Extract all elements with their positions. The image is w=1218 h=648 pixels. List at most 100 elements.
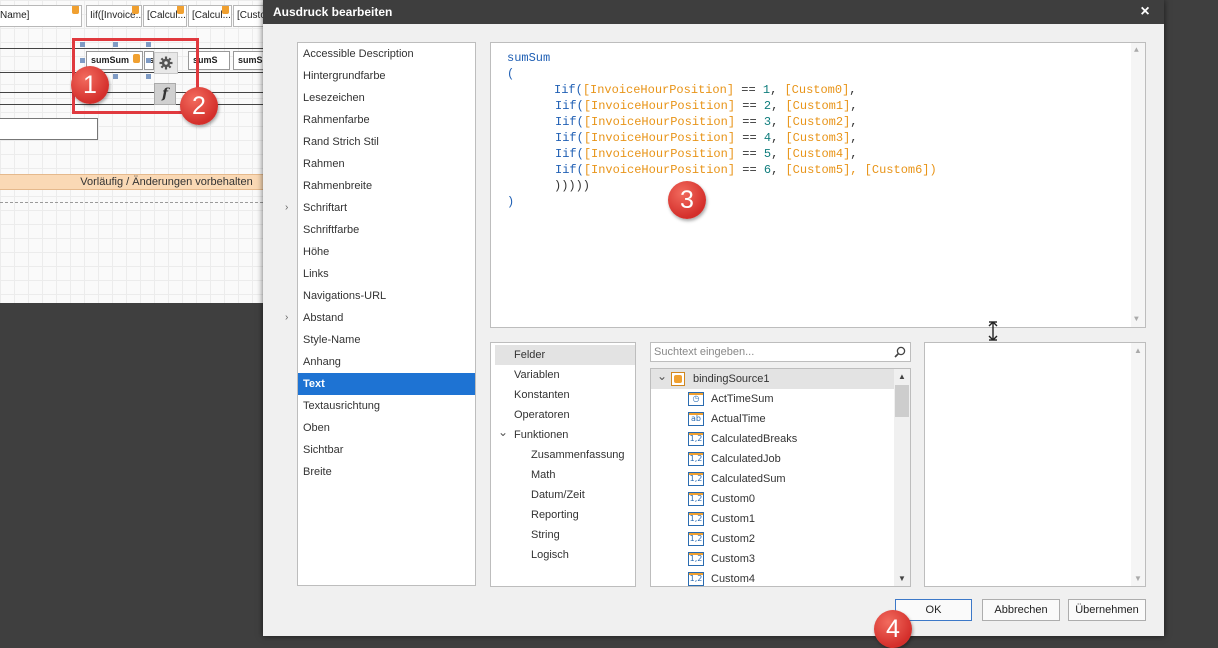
category-item[interactable]: Konstanten — [491, 385, 635, 405]
header-cell[interactable]: [Custo... — [233, 5, 263, 27]
code-keyword: Iif( — [555, 163, 584, 177]
code-field: [Custom4] — [785, 147, 851, 161]
tree-field-item[interactable]: 1,2 Custom4 — [651, 569, 894, 586]
tree-field-item[interactable]: ◷ ActTimeSum — [651, 389, 894, 409]
detail-cell[interactable]: sumS — [233, 51, 263, 70]
database-icon — [177, 6, 184, 14]
property-item[interactable]: Sichtbar — [298, 439, 475, 461]
category-label: Math — [531, 469, 556, 481]
category-item[interactable]: Zusammenfassung — [491, 445, 635, 465]
code-line: Iif([InvoiceHourPosition] == 5, [Custom4… — [555, 146, 857, 162]
chevron-down-icon[interactable]: ⌄ — [657, 369, 667, 386]
tree-field-item[interactable]: 1,2 Custom0 — [651, 489, 894, 509]
designer-rectangle-control[interactable] — [0, 118, 98, 140]
scroll-up-icon[interactable]: ▲ — [1134, 46, 1139, 55]
header-cell[interactable]: [Calcul... — [143, 5, 187, 27]
scroll-thumb[interactable] — [895, 385, 909, 417]
search-box[interactable] — [650, 342, 911, 362]
expression-text-editor[interactable]: sumSum ( ))))) ) ▲ ▼ Iif([InvoiceHourPosi… — [490, 42, 1146, 328]
property-label: Rahmen — [303, 158, 345, 170]
property-label: Accessible Description — [303, 48, 414, 60]
property-item[interactable]: Rahmenbreite — [298, 175, 475, 197]
header-cell[interactable]: Name] — [0, 5, 82, 27]
number-field-icon: 1,2 — [688, 452, 704, 466]
category-item[interactable]: ⌄ Funktionen — [491, 425, 635, 445]
code-separator: , — [771, 147, 786, 161]
tree-field-item[interactable]: 1,2 Custom2 — [651, 529, 894, 549]
description-scrollbar[interactable]: ▲ ▼ — [1131, 343, 1145, 586]
code-operator: == — [734, 83, 763, 97]
tree-scrollbar[interactable]: ▲ ▼ — [894, 369, 910, 586]
search-input[interactable] — [654, 345, 884, 359]
category-item[interactable]: Operatoren — [491, 405, 635, 425]
property-label: Breite — [303, 466, 332, 478]
dialog-title-bar[interactable]: Ausdruck bearbeiten × — [263, 0, 1164, 24]
property-item[interactable]: Text — [298, 373, 475, 395]
property-item[interactable]: Rahmenfarbe — [298, 109, 475, 131]
chevron-down-icon[interactable]: ⌄ — [498, 422, 508, 442]
property-item[interactable]: Accessible Description — [298, 43, 475, 65]
scroll-up-icon[interactable]: ▲ — [1134, 346, 1142, 355]
property-item[interactable]: › Abstand — [285, 307, 475, 329]
code-field: [InvoiceHourPosition] — [583, 163, 736, 177]
code-line: Iif([InvoiceHourPosition] == 6, [Custom5… — [555, 162, 937, 178]
category-item[interactable]: Math — [491, 465, 635, 485]
header-cell[interactable]: Iif([Invoice... — [86, 5, 142, 27]
code-keyword: Iif( — [555, 147, 584, 161]
property-item[interactable]: Links — [298, 263, 475, 285]
category-item[interactable]: Logisch — [491, 545, 635, 565]
code-line: Iif([InvoiceHourPosition] == 4, [Custom3… — [555, 130, 857, 146]
scroll-down-icon[interactable]: ▼ — [1134, 574, 1142, 583]
code-separator: , — [771, 163, 786, 177]
property-label: Rahmenfarbe — [303, 114, 370, 126]
close-icon[interactable]: × — [1136, 3, 1154, 21]
scroll-down-icon[interactable]: ▼ — [898, 574, 906, 583]
property-item[interactable]: Lesezeichen — [298, 87, 475, 109]
tree-field-item[interactable]: 1,2 Custom1 — [651, 509, 894, 529]
tree-root-bindingsource[interactable]: ⌄ bindingSource1 — [651, 369, 894, 389]
property-item[interactable]: › Schriftart — [285, 197, 475, 219]
property-list: Accessible Description Hintergrundfarbe Le… — [285, 42, 476, 586]
category-item[interactable]: Felder — [495, 345, 635, 365]
property-item[interactable]: Hintergrundfarbe — [298, 65, 475, 87]
category-item[interactable]: Variablen — [491, 365, 635, 385]
code-suffix: , — [850, 131, 858, 145]
scroll-down-icon[interactable]: ▼ — [1134, 315, 1139, 324]
tree-field-item[interactable]: ab ActualTime — [651, 409, 894, 429]
property-item[interactable]: Navigations-URL — [298, 285, 475, 307]
property-item[interactable]: Anhang — [298, 351, 475, 373]
code-field: [InvoiceHourPosition] — [582, 83, 735, 97]
category-item[interactable]: String — [491, 525, 635, 545]
tree-field-item[interactable]: 1,2 Custom3 — [651, 549, 894, 569]
header-cell[interactable]: [Calcul... — [188, 5, 232, 27]
category-label: Konstanten — [514, 389, 570, 401]
property-item[interactable]: Schriftfarbe — [298, 219, 475, 241]
category-item[interactable]: Datum/Zeit — [491, 485, 635, 505]
tree-field-label: Custom3 — [711, 553, 756, 565]
tree-field-item[interactable]: 1,2 CalculatedSum — [651, 469, 894, 489]
code-suffix: , [Custom6]) — [850, 163, 937, 177]
editor-scrollbar[interactable]: ▲ ▼ — [1131, 43, 1145, 327]
property-item[interactable]: Rand Strich Stil — [298, 131, 475, 153]
expression-editor-dialog: Ausdruck bearbeiten × Accessible Descrip… — [263, 0, 1164, 636]
time-field-icon: ◷ — [688, 392, 704, 406]
code-field: [Custom0] — [784, 83, 850, 97]
property-item[interactable]: Textausrichtung — [298, 395, 475, 417]
property-item[interactable]: Breite — [298, 461, 475, 483]
apply-button[interactable]: Übernehmen — [1068, 599, 1146, 621]
property-item[interactable]: Rahmen — [298, 153, 475, 175]
splitter-resize-icon[interactable] — [986, 320, 1000, 342]
tree-field-item[interactable]: 1,2 CalculatedJob — [651, 449, 894, 469]
database-icon — [72, 6, 79, 14]
code-separator: , — [771, 99, 786, 113]
property-item[interactable]: Höhe — [298, 241, 475, 263]
tree-field-item[interactable]: 1,2 CalculatedBreaks — [651, 429, 894, 449]
search-icon[interactable] — [894, 346, 906, 358]
cancel-button[interactable]: Abbrechen — [982, 599, 1060, 621]
property-item[interactable]: Style-Name — [298, 329, 475, 351]
scroll-up-icon[interactable]: ▲ — [898, 372, 906, 381]
category-item[interactable]: Reporting — [491, 505, 635, 525]
property-item[interactable]: Oben — [298, 417, 475, 439]
chevron-right-icon[interactable]: › — [285, 197, 288, 219]
chevron-right-icon[interactable]: › — [285, 307, 288, 329]
